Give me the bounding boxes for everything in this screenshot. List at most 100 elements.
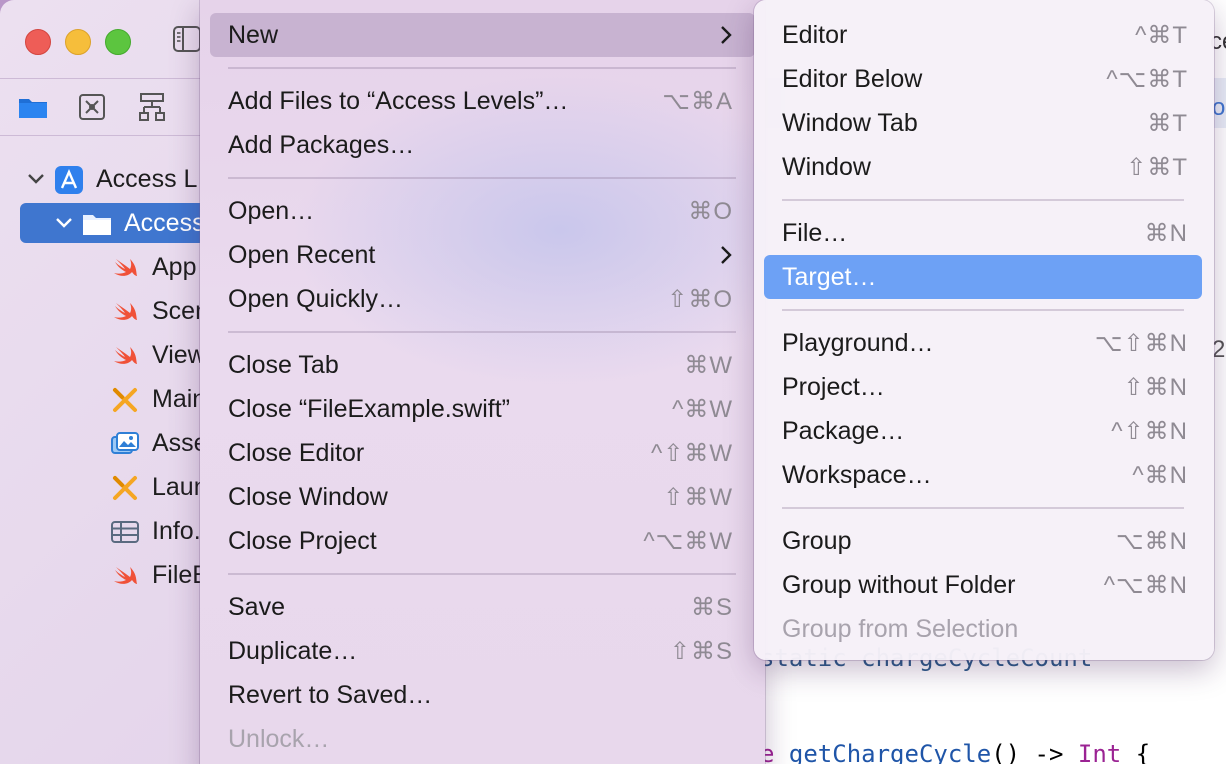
keyboard-shortcut: ⌘O <box>688 198 733 225</box>
menu-item-open[interactable]: Open… ⌘O <box>210 189 755 233</box>
keyboard-shortcut: ⌘T <box>1147 110 1188 137</box>
menu-item-workspace[interactable]: Workspace… ^⌘N <box>764 453 1202 497</box>
menu-item-revert-to-saved[interactable]: Revert to Saved… <box>210 673 755 717</box>
keyboard-shortcut: ^⌥⌘W <box>643 528 733 555</box>
folder-icon <box>83 215 111 235</box>
keyboard-shortcut: ⌥⌘A <box>662 88 733 115</box>
menu-item-label: Close Editor <box>228 439 365 467</box>
keyboard-shortcut: ⇧⌘T <box>1126 154 1188 181</box>
menu-item-new[interactable]: New <box>210 13 755 57</box>
menu-item-open-quickly[interactable]: Open Quickly… ⇧⌘O <box>210 277 755 321</box>
keyboard-shortcut: ⇧⌘W <box>663 484 733 511</box>
menu-item-label: Playground… <box>782 329 934 357</box>
line-number-fragment: 2 <box>1212 336 1226 363</box>
tree-row-file[interactable]: Scen <box>0 289 210 333</box>
menu-item-close-window[interactable]: Close Window ⇧⌘W <box>210 475 755 519</box>
menu-item-open-recent[interactable]: Open Recent <box>210 233 755 277</box>
menu-item-target[interactable]: Target… <box>764 255 1202 299</box>
tree-label-file: View <box>152 341 206 369</box>
menu-item-label: Window Tab <box>782 109 918 137</box>
keyboard-shortcut: ^⇧⌘W <box>650 440 733 467</box>
new-submenu: Editor ^⌘T Editor Below ^⌥⌘T Window Tab ⌘T Win… <box>754 0 1214 660</box>
menu-item-label: Duplicate… <box>228 637 358 665</box>
keyboard-shortcut: ^⌥⌘N <box>1103 572 1188 599</box>
menu-item-close-fileexampleswift[interactable]: Close “FileExample.swift” ^⌘W <box>210 387 755 431</box>
menu-item-label: File… <box>782 219 848 247</box>
menu-item-window-tab[interactable]: Window Tab ⌘T <box>764 101 1202 145</box>
menu-item-duplicate[interactable]: Duplicate… ⇧⌘S <box>210 629 755 673</box>
menu-item-close-tab[interactable]: Close Tab ⌘W <box>210 343 755 387</box>
tree-row-file[interactable]: FileE <box>0 553 210 597</box>
tree-label-file: App <box>152 253 197 281</box>
menu-item-group[interactable]: Group ⌥⌘N <box>764 519 1202 563</box>
project-navigator-folder-icon[interactable] <box>16 90 50 124</box>
keyboard-shortcut: ^⌘N <box>1132 462 1188 489</box>
zoom-window-button[interactable] <box>105 29 131 55</box>
tree-row-project[interactable]: Access L <box>0 157 210 201</box>
menu-item-label: Window <box>782 153 871 181</box>
tree-row-file[interactable]: Laun <box>0 465 210 509</box>
menu-item-project[interactable]: Project… ⇧⌘N <box>764 365 1202 409</box>
menu-separator <box>782 309 1184 311</box>
menu-item-save[interactable]: Save ⌘S <box>210 585 755 629</box>
keyboard-shortcut: ^⇧⌘N <box>1111 418 1188 445</box>
chevron-right-icon <box>721 26 732 44</box>
chevron-down-icon[interactable] <box>54 213 74 233</box>
symbol-navigator-icon[interactable] <box>135 90 169 124</box>
code-brace: { <box>1121 740 1151 764</box>
close-window-button[interactable] <box>25 29 51 55</box>
tree-row-file[interactable]: Main <box>0 377 210 421</box>
menu-item-editor-below[interactable]: Editor Below ^⌥⌘T <box>764 57 1202 101</box>
menu-item-playground[interactable]: Playground… ⌥⇧⌘N <box>764 321 1202 365</box>
menu-item-close-editor[interactable]: Close Editor ^⇧⌘W <box>210 431 755 475</box>
menu-highlight <box>210 13 755 57</box>
keyboard-shortcut: ^⌥⌘T <box>1106 66 1188 93</box>
menu-item-add-files-to-access-levels[interactable]: Add Files to “Access Levels”… ⌥⌘A <box>210 79 755 123</box>
source-control-navigator-icon[interactable] <box>75 90 109 124</box>
keyboard-shortcut: ⌘S <box>690 594 733 621</box>
asset-catalog-icon <box>111 432 139 454</box>
tree-row-file[interactable]: Asse <box>0 421 210 465</box>
menu-item-file[interactable]: File… ⌘N <box>764 211 1202 255</box>
tree-label-file: Main <box>152 385 207 413</box>
keyboard-shortcut: ⇧⌘N <box>1123 374 1188 401</box>
minimize-window-button[interactable] <box>65 29 91 55</box>
code-line-func: e getChargeCycle() -> Int { <box>760 740 1150 764</box>
screen: Access L Access App Scen View Main Asse … <box>0 0 1226 764</box>
menu-item-label: Open… <box>228 197 315 225</box>
menu-item-label: Package… <box>782 417 905 445</box>
menu-item-close-project[interactable]: Close Project ^⌥⌘W <box>210 519 755 563</box>
keyboard-shortcut: ^⌘T <box>1135 22 1188 49</box>
tree-label-file: Info. <box>152 517 201 545</box>
menu-item-window[interactable]: Window ⇧⌘T <box>764 145 1202 189</box>
menu-item-label: Add Packages… <box>228 131 415 159</box>
tree-row-group-selected[interactable]: Access <box>0 201 220 245</box>
menu-item-add-packages[interactable]: Add Packages… <box>210 123 755 167</box>
menu-item-label: Open Quickly… <box>228 285 404 313</box>
tree-row-file[interactable]: View <box>0 333 210 377</box>
chevron-right-icon <box>721 246 732 264</box>
menu-item-unlock: Unlock… <box>210 717 755 761</box>
app-project-icon <box>55 166 83 194</box>
menu-item-label: Revert to Saved… <box>228 681 433 709</box>
menu-separator <box>782 199 1184 201</box>
keyboard-shortcut: ⌘N <box>1144 220 1188 247</box>
menu-item-editor[interactable]: Editor ^⌘T <box>764 13 1202 57</box>
editor-tab-fragment: ol <box>1212 94 1226 121</box>
menu-item-label: Group without Folder <box>782 571 1016 599</box>
sidebar-toggle-icon[interactable] <box>172 24 202 54</box>
tree-row-file[interactable]: App <box>0 245 210 289</box>
tree-label-project: Access L <box>96 165 198 193</box>
tree-row-file[interactable]: Info. <box>0 509 210 553</box>
menu-separator <box>228 67 736 69</box>
file-menu: New Add Files to “Access Levels”… ⌥⌘A Add P… <box>200 0 765 764</box>
menu-item-label: Group from Selection <box>782 615 1019 643</box>
menu-item-label: Group <box>782 527 852 555</box>
menu-item-label: New <box>228 21 279 49</box>
keyboard-shortcut: ⌘W <box>684 352 733 379</box>
menu-item-group-without-folder[interactable]: Group without Folder ^⌥⌘N <box>764 563 1202 607</box>
chevron-down-icon[interactable] <box>26 169 46 189</box>
menu-item-package[interactable]: Package… ^⇧⌘N <box>764 409 1202 453</box>
swift-file-icon <box>114 567 137 584</box>
menu-item-label: Close “FileExample.swift” <box>228 395 511 423</box>
